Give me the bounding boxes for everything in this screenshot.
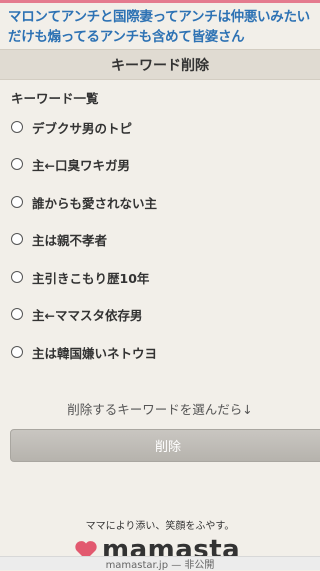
keyword-option-label: 主引きこもり歴10年 xyxy=(32,270,150,286)
radio-button[interactable] xyxy=(11,271,23,283)
keyword-option-label: デブクサ男のトピ xyxy=(32,120,133,136)
footer-tagline: ママにより添い、笑顔をふやす。 xyxy=(85,521,235,532)
keyword-list-label: キーワード一覧 xyxy=(11,91,99,106)
delete-button-label: 削除 xyxy=(154,440,181,455)
keyword-option[interactable]: デブクサ男のトピ xyxy=(11,117,132,137)
radio-button[interactable] xyxy=(11,121,23,133)
radio-button[interactable] xyxy=(11,158,23,170)
keyword-option[interactable]: 主は親不孝者 xyxy=(11,229,107,249)
keyword-option[interactable]: 主←ママスタ依存男 xyxy=(11,304,142,324)
keyword-option-label: 主←ママスタ依存男 xyxy=(32,307,143,323)
radio-button[interactable] xyxy=(11,308,23,320)
top-accent-strip xyxy=(0,0,320,3)
keyword-option-label: 主は親不孝者 xyxy=(32,232,108,248)
browser-url-bar[interactable]: mamastar.jp — 非公開 xyxy=(0,556,320,571)
radio-button[interactable] xyxy=(11,196,23,208)
keyword-option[interactable]: 主は韓国嫌いネトウヨ xyxy=(11,342,157,362)
keyword-option[interactable]: 主引きこもり歴10年 xyxy=(11,267,149,287)
section-header-label: キーワード削除 xyxy=(111,57,209,74)
keyword-option-label: 主は韓国嫌いネトウヨ xyxy=(32,345,158,361)
section-header: キーワード削除 xyxy=(0,49,320,80)
page-title: マロンてアンチと国際妻ってアンチは仲悪いみたいだけも煽ってるアンチも含めて皆婆さ… xyxy=(8,9,310,45)
keyword-option[interactable]: 誰からも愛されない主 xyxy=(11,192,157,212)
keyword-option-label: 誰からも愛されない主 xyxy=(32,195,158,211)
radio-button[interactable] xyxy=(11,346,23,358)
keyword-option-label: 主←口臭ワキガ男 xyxy=(32,157,130,173)
keyword-option[interactable]: 主←口臭ワキガ男 xyxy=(11,154,130,174)
instruction-text: 削除するキーワードを選んだら↓ xyxy=(67,402,253,417)
delete-button[interactable]: 削除 xyxy=(10,429,320,462)
radio-button[interactable] xyxy=(11,233,23,245)
